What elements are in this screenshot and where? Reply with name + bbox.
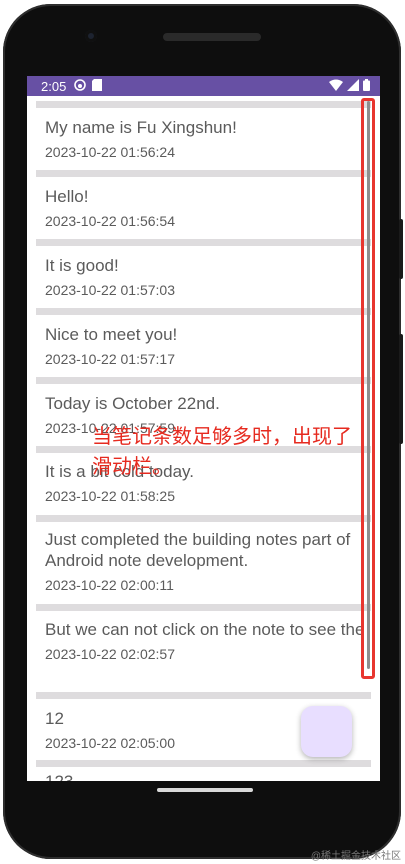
note-item[interactable]: But we can not click on the note to see … bbox=[45, 619, 365, 663]
note-item[interactable]: 123 bbox=[45, 771, 365, 781]
battery-icon bbox=[363, 78, 370, 94]
note-time: 2023-10-22 01:56:24 bbox=[45, 144, 175, 160]
note-content: It is good! bbox=[45, 256, 119, 275]
wifi-icon bbox=[329, 79, 343, 94]
status-time: 2:05 bbox=[41, 78, 67, 94]
earpiece-speaker bbox=[163, 33, 261, 41]
note-content: Today is October 22nd. bbox=[45, 394, 220, 413]
note-item[interactable]: Nice to meet you! 2023-10-22 01:57:17 bbox=[45, 324, 365, 368]
note-content: Nice to meet you! bbox=[45, 325, 178, 344]
note-content: Just completed the building notes part o… bbox=[45, 530, 351, 570]
list-divider bbox=[36, 239, 371, 246]
list-divider bbox=[36, 377, 371, 384]
home-gesture-bar[interactable] bbox=[157, 788, 253, 792]
watermark: @稀土掘金技术社区 bbox=[310, 851, 401, 862]
power-button bbox=[399, 219, 403, 279]
note-time: 2023-10-22 02:02:57 bbox=[45, 646, 175, 662]
volume-button bbox=[399, 334, 403, 444]
note-item[interactable]: My name is Fu Xingshun! 2023-10-22 01:56… bbox=[45, 117, 365, 161]
list-divider bbox=[36, 308, 371, 315]
note-content: But we can not click on the note to see … bbox=[45, 620, 365, 639]
sd-card-icon bbox=[92, 78, 103, 94]
note-item[interactable]: Hello! 2023-10-22 01:56:54 bbox=[45, 186, 365, 230]
signal-icon bbox=[347, 78, 359, 94]
list-divider bbox=[36, 101, 371, 108]
note-item[interactable]: Just completed the building notes part o… bbox=[45, 529, 365, 594]
note-content: Hello! bbox=[45, 187, 89, 206]
scrollbar-highlight-box bbox=[361, 98, 375, 679]
list-divider bbox=[36, 760, 371, 767]
note-time: 2023-10-22 02:00:11 bbox=[45, 577, 174, 593]
note-item[interactable]: It is good! 2023-10-22 01:57:03 bbox=[45, 255, 365, 299]
front-camera bbox=[85, 30, 97, 42]
status-right-icons bbox=[329, 78, 370, 94]
list-divider bbox=[36, 170, 371, 177]
note-time: 2023-10-22 01:56:54 bbox=[45, 213, 175, 229]
list-divider bbox=[36, 515, 371, 522]
note-time: 2023-10-22 01:58:25 bbox=[45, 488, 175, 504]
sync-icon bbox=[74, 78, 87, 94]
list-divider bbox=[36, 692, 371, 699]
note-time: 2023-10-22 01:57:03 bbox=[45, 282, 175, 298]
list-divider bbox=[36, 604, 371, 611]
add-note-button[interactable] bbox=[301, 706, 352, 757]
note-content: 123 bbox=[45, 771, 365, 781]
note-content: My name is Fu Xingshun! bbox=[45, 118, 237, 137]
annotation-text: 当笔记条数足够多时，出现了滑动栏。 bbox=[92, 426, 352, 478]
status-bar: 2:05 bbox=[27, 76, 380, 96]
note-time: 2023-10-22 01:57:17 bbox=[45, 351, 175, 367]
